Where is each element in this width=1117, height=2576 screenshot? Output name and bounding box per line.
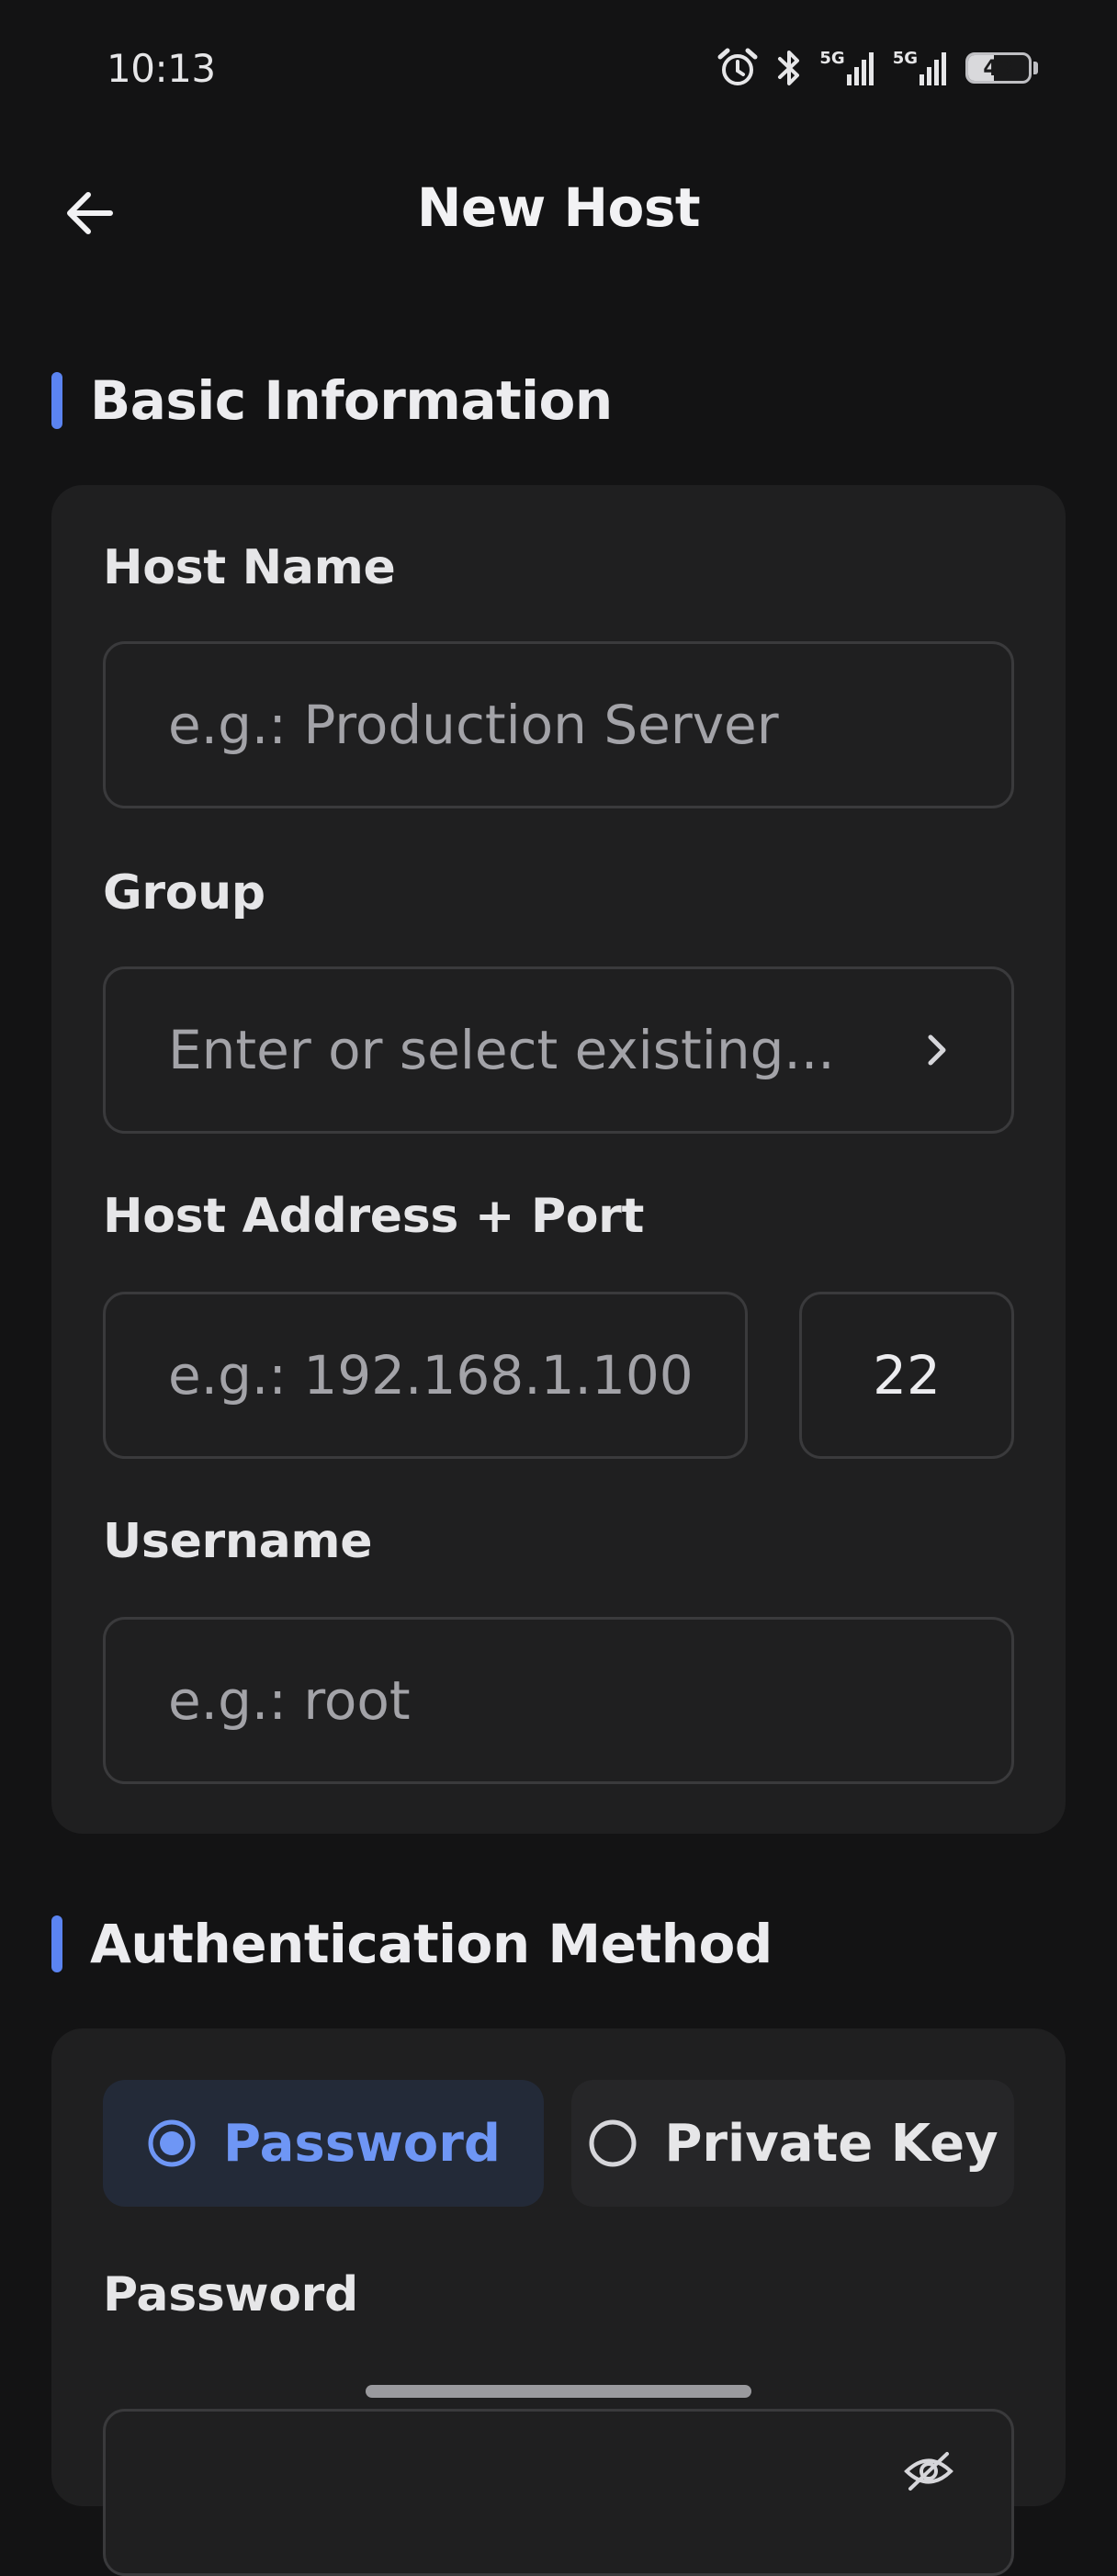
port-field[interactable] (799, 1292, 1014, 1459)
group-field[interactable] (103, 966, 1014, 1134)
host-name-field[interactable] (103, 641, 1014, 808)
basic-info-card: Host Name Group Host Address + Port User… (51, 485, 1066, 1834)
host-name-input[interactable] (168, 694, 1011, 756)
battery-icon: 43 (965, 52, 1038, 84)
username-label: Username (103, 1514, 373, 1569)
network-type-label: 5G (819, 49, 845, 68)
chevron-right-icon[interactable] (920, 1028, 956, 1072)
section-accent-bar (51, 1915, 62, 1972)
section-title-basic: Basic Information (90, 369, 613, 432)
radio-unselected-icon (589, 2119, 637, 2167)
auth-card: Password Private Key Password (51, 2028, 1066, 2576)
home-indicator (366, 2385, 751, 2398)
auth-option-private-key[interactable]: Private Key (571, 2080, 1014, 2207)
network-type-label: 5G (892, 49, 918, 68)
port-input[interactable] (802, 1344, 1011, 1407)
username-field[interactable] (103, 1617, 1014, 1784)
host-address-field[interactable] (103, 1292, 748, 1459)
group-input[interactable] (168, 1019, 883, 1081)
group-label: Group (103, 865, 265, 921)
battery-percent: 43 (983, 55, 1014, 81)
host-address-input[interactable] (168, 1344, 745, 1407)
eye-off-icon[interactable] (901, 2448, 956, 2494)
auth-option-password-label: Password (223, 2113, 501, 2174)
signal-5g-icon: 5G (819, 49, 875, 87)
signal-5g-icon: 5G (893, 49, 949, 87)
username-input[interactable] (168, 1669, 1011, 1732)
section-accent-bar (51, 372, 62, 429)
auth-option-password[interactable]: Password (103, 2080, 544, 2207)
host-address-label: Host Address + Port (103, 1189, 645, 1244)
radio-selected-icon (148, 2119, 196, 2167)
bluetooth-icon (775, 48, 803, 88)
status-time: 10:13 (107, 46, 216, 91)
page-title: New Host (416, 176, 701, 239)
password-label: Password (103, 2267, 358, 2322)
password-field[interactable] (103, 2409, 1014, 2576)
password-input[interactable] (168, 2461, 883, 2524)
auth-option-private-key-label: Private Key (664, 2113, 999, 2174)
section-title-auth: Authentication Method (90, 1913, 773, 1975)
section-header-basic: Basic Information (51, 369, 613, 432)
battery-tip (1033, 62, 1038, 74)
status-icons: 5G 5G 43 (716, 48, 1038, 88)
alarm-icon (716, 48, 759, 88)
host-name-label: Host Name (103, 540, 396, 595)
battery: 43 (965, 52, 1032, 84)
section-header-auth: Authentication Method (51, 1913, 773, 1975)
